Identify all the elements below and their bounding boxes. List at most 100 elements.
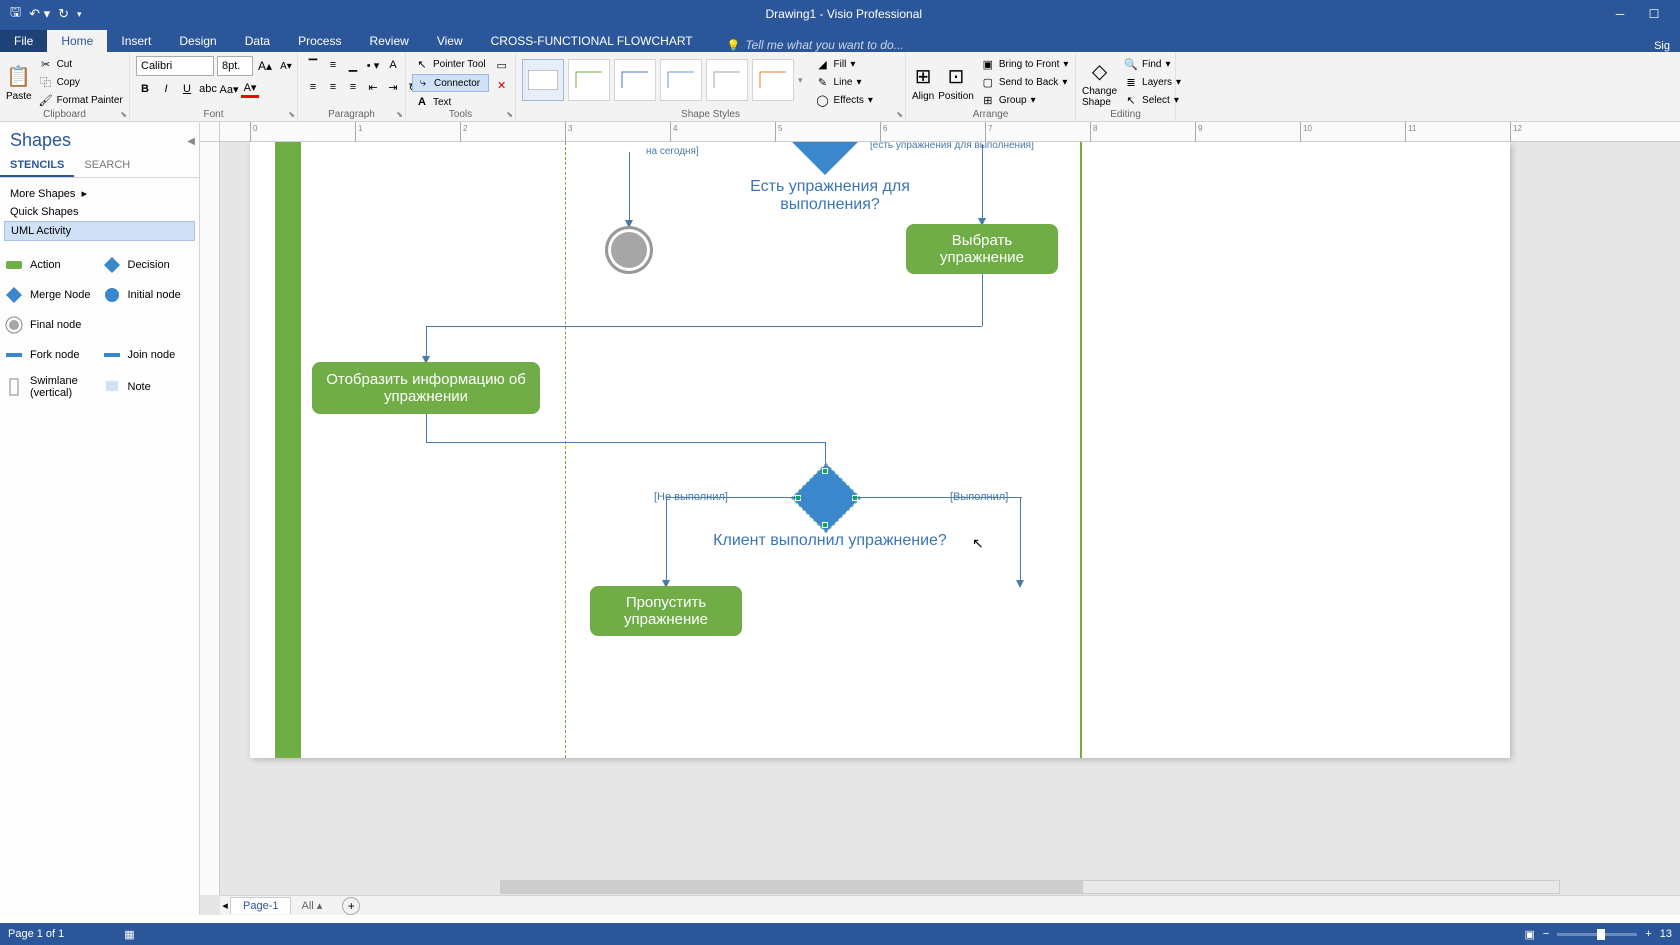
zoom-value[interactable]: 13	[1660, 928, 1672, 940]
font-color-button[interactable]: A▾	[241, 80, 259, 98]
handle-e[interactable]	[852, 495, 858, 501]
shape-note[interactable]: Note	[102, 375, 196, 399]
final-node[interactable]	[605, 226, 653, 274]
handle-n[interactable]	[822, 468, 828, 474]
layers-button[interactable]: ≣Layers ▾	[1121, 74, 1184, 90]
canvas-scroll[interactable]: на сегодня] [есть упражнения для выполне…	[220, 142, 1680, 895]
tab-review[interactable]: Review	[355, 30, 422, 52]
cut-button[interactable]: ✂Cut	[36, 56, 126, 72]
tab-insert[interactable]: Insert	[107, 30, 165, 52]
action-info[interactable]: Отобразить информацию об упражнении	[312, 362, 540, 414]
paragraph-launcher[interactable]: ⬊	[396, 110, 403, 119]
quick-shapes-item[interactable]: Quick Shapes	[4, 203, 195, 221]
shape-decision[interactable]: Decision	[102, 255, 196, 275]
collapse-panel-icon[interactable]: ◀	[187, 136, 195, 147]
tab-home[interactable]: Home	[47, 30, 107, 52]
delete-tool-button[interactable]: ✕	[493, 76, 511, 94]
case-button[interactable]: Aa▾	[220, 80, 238, 98]
signin-link[interactable]: Sig	[1654, 40, 1680, 52]
copy-button[interactable]: ⿻Copy	[36, 74, 126, 90]
align-center-button[interactable]: ≡	[324, 78, 342, 96]
shape-join[interactable]: Join node	[102, 345, 196, 365]
align-top-button[interactable]: ▔	[304, 56, 322, 74]
zoom-in-button[interactable]: +	[1645, 928, 1651, 940]
font-launcher[interactable]: ⬊	[288, 110, 295, 119]
paste-button[interactable]: 📋 Paste	[6, 56, 32, 110]
pointer-tool-button[interactable]: ↖Pointer Tool	[412, 56, 489, 72]
align-bottom-button[interactable]: ▁	[344, 56, 362, 74]
save-icon[interactable]: 🖫	[10, 3, 21, 25]
shrink-font-button[interactable]: A▾	[277, 57, 295, 75]
conn-info-dec-v[interactable]	[426, 414, 427, 442]
line-button[interactable]: ✎Line ▾	[813, 74, 876, 90]
font-size-combo[interactable]: 8pt.	[217, 56, 253, 76]
bullets-button[interactable]: • ▾	[364, 56, 382, 74]
macro-icon[interactable]: ▦	[124, 928, 134, 941]
scroll-left-icon[interactable]: ◂	[220, 899, 230, 912]
effects-button[interactable]: ◯Effects ▾	[813, 92, 876, 108]
add-page-button[interactable]: +	[342, 897, 360, 915]
font-family-combo[interactable]: Calibri	[136, 56, 214, 76]
conn-to-select[interactable]	[982, 144, 983, 224]
indent-dec-button[interactable]: ⇤	[364, 78, 382, 96]
handle-w[interactable]	[795, 495, 801, 501]
swimlane-left-edge[interactable]	[275, 142, 301, 758]
italic-button[interactable]: I	[157, 80, 175, 98]
stencils-tab[interactable]: STENCILS	[0, 155, 74, 177]
text-tool-button[interactable]: AText	[412, 94, 489, 110]
swimlane-divider[interactable]	[565, 142, 566, 758]
hscroll[interactable]	[500, 880, 1560, 894]
question-2[interactable]: Клиент выполнил упражнение?	[710, 532, 950, 550]
conn-select-info-h[interactable]	[426, 326, 982, 327]
question-1[interactable]: Есть упражнения для выполнения?	[700, 178, 960, 214]
align-button[interactable]: ⊞Align	[912, 56, 934, 110]
shape-style-gallery[interactable]: ▾	[522, 56, 803, 104]
shape-fork[interactable]: Fork node	[4, 345, 98, 365]
search-tab[interactable]: SEARCH	[74, 155, 140, 177]
strike-button[interactable]: abc	[199, 80, 217, 98]
change-shape-button[interactable]: ◇Change Shape	[1082, 56, 1117, 110]
clear-fmt-button[interactable]: A	[384, 56, 402, 74]
redo-icon[interactable]: ↻	[58, 6, 69, 22]
page1-tab[interactable]: Page-1	[230, 897, 291, 914]
tab-design[interactable]: Design	[165, 30, 230, 52]
action-skip[interactable]: Пропустить упражнение	[590, 586, 742, 636]
decision-top-partial[interactable]	[791, 142, 859, 175]
align-left-button[interactable]: ≡	[304, 78, 322, 96]
bold-button[interactable]: B	[136, 80, 154, 98]
shape-swimlane[interactable]: Swimlane (vertical)	[4, 375, 98, 399]
grow-font-button[interactable]: A▴	[256, 57, 274, 75]
conn-select-info-v[interactable]	[982, 274, 983, 326]
conn-info-down[interactable]	[426, 326, 427, 360]
handle-s[interactable]	[822, 522, 828, 528]
conn-info-dec-h[interactable]	[426, 442, 826, 443]
minimize-icon[interactable]: ─	[1606, 7, 1634, 21]
presentation-mode-icon[interactable]: ▣	[1524, 928, 1534, 941]
indent-inc-button[interactable]: ⇥	[384, 78, 402, 96]
align-right-button[interactable]: ≡	[344, 78, 362, 96]
connector-tool-button[interactable]: ⤷Connector	[412, 74, 489, 92]
zoom-out-button[interactable]: −	[1543, 928, 1549, 940]
page-canvas[interactable]: на сегодня] [есть упражнения для выполне…	[250, 142, 1510, 758]
tab-view[interactable]: View	[423, 30, 477, 52]
hscroll-thumb[interactable]	[501, 881, 1083, 893]
gallery-more-icon[interactable]: ▾	[798, 75, 803, 86]
swimlane-right-edge[interactable]	[1080, 142, 1082, 758]
underline-button[interactable]: U	[178, 80, 196, 98]
more-shapes-item[interactable]: More Shapes ▸	[4, 184, 195, 203]
align-middle-button[interactable]: ≡	[324, 56, 342, 74]
tellme-input[interactable]: Tell me what you want to do...	[727, 38, 904, 52]
tab-data[interactable]: Data	[231, 30, 284, 52]
shape-action[interactable]: Action	[4, 255, 98, 275]
undo-icon[interactable]: ↶ ▾	[29, 6, 50, 22]
find-button[interactable]: 🔍Find ▾	[1121, 56, 1184, 72]
fill-button[interactable]: ◢Fill ▾	[813, 56, 876, 72]
position-button[interactable]: ⊡Position	[938, 56, 974, 110]
action-select[interactable]: Выбрать упражнение	[906, 224, 1058, 274]
tools-launcher[interactable]: ⬊	[506, 110, 513, 119]
uml-activity-item[interactable]: UML Activity	[4, 221, 195, 241]
bring-front-button[interactable]: ▣Bring to Front ▾	[978, 56, 1072, 72]
conn-to-final[interactable]	[629, 152, 630, 222]
rect-tool-button[interactable]: ▭	[493, 56, 511, 74]
tab-file[interactable]: File	[0, 30, 47, 52]
